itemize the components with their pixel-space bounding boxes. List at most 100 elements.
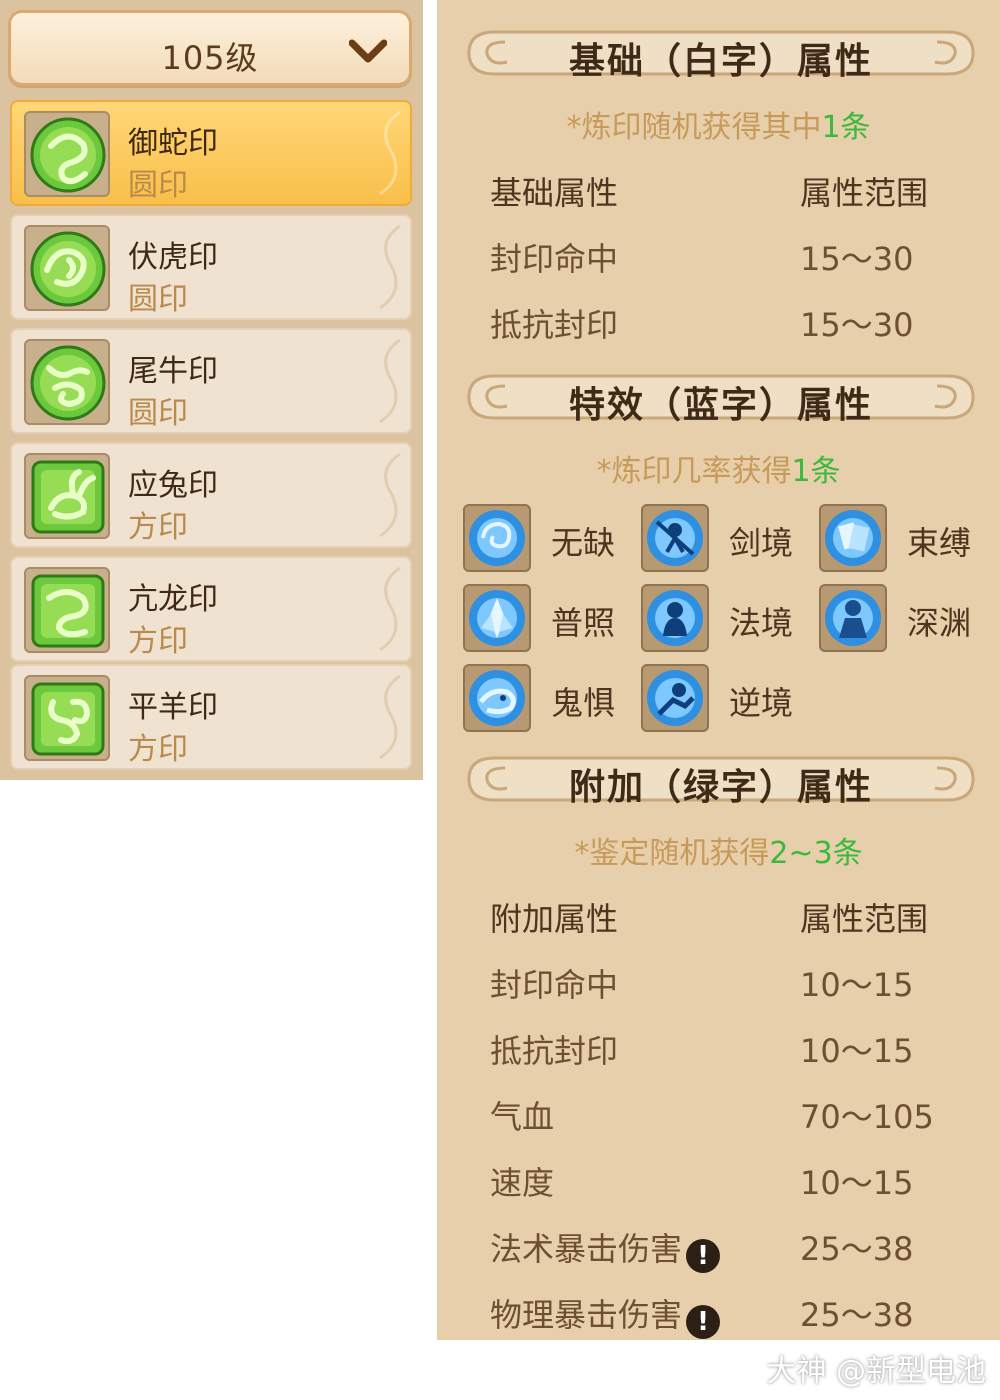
attr-value: 10～15	[800, 966, 914, 1004]
extra-note: *鉴定随机获得2~3条	[437, 828, 1000, 872]
seal-type: 圆印	[128, 168, 188, 203]
effect-label: 深渊	[907, 604, 972, 642]
base-note-text: *炼印随机获得其中	[566, 110, 822, 145]
effect-label: 无缺	[551, 524, 616, 562]
seal-item-pingyang[interactable]: 平羊印 方印	[10, 664, 412, 770]
attr-key: 封印命中	[490, 240, 619, 278]
attr-value: 25～38	[800, 1296, 914, 1334]
seal-item-yingtu[interactable]: 应兔印 方印	[10, 442, 412, 548]
extra-attr-row: 物理暴击伤害! 25～38	[490, 1290, 990, 1339]
base-section-banner: 基础（白字）属性	[465, 24, 977, 82]
attr-key: 抵抗封印	[490, 1032, 619, 1070]
attr-value: 10～15	[800, 1032, 914, 1070]
seal-attribute-panel: 基础（白字）属性 *炼印随机获得其中1条 基础属性 属性范围 封印命中 15～3…	[423, 0, 1000, 1340]
attr-value: 15～30	[800, 306, 914, 344]
crystal-icon	[463, 584, 531, 652]
attr-key: 封印命中	[490, 966, 619, 1004]
attr-value: 10～15	[800, 1164, 914, 1202]
seal-name: 御蛇印	[128, 126, 218, 161]
attr-value: 25～38	[800, 1230, 914, 1268]
effect-shufu[interactable]: 束缚	[819, 504, 989, 574]
base-header-row: 基础属性 属性范围	[490, 168, 990, 212]
effect-puzhao[interactable]: 普照	[463, 584, 633, 654]
attr-key: 法术暴击伤害	[490, 1230, 683, 1268]
abyss-figure-icon	[819, 584, 887, 652]
tiger-seal-icon	[24, 225, 110, 311]
snake-seal-icon	[24, 111, 110, 197]
corner-ornament	[379, 110, 401, 196]
seal-item-fuhu[interactable]: 伏虎印 圆印	[10, 214, 412, 320]
attr-key: 抵抗封印	[490, 306, 619, 344]
level-dropdown[interactable]: 105级	[8, 10, 412, 86]
effect-label: 束缚	[907, 524, 972, 562]
seal-name: 伏虎印	[128, 240, 218, 275]
dash-figure-icon	[641, 664, 709, 732]
base-header-value: 属性范围	[800, 174, 929, 212]
corner-ornament	[379, 674, 401, 760]
effect-label: 普照	[551, 604, 616, 642]
seal-item-yushe[interactable]: 御蛇印 圆印	[10, 100, 412, 206]
extra-attr-row: 封印命中 10～15	[490, 960, 990, 1004]
exclamation-icon[interactable]: !	[686, 1239, 721, 1273]
extra-attr-row: 气血 70～105	[490, 1092, 990, 1136]
sword-figure-icon	[641, 504, 709, 572]
effect-label: 逆境	[729, 684, 794, 722]
attr-key: 气血	[490, 1098, 555, 1136]
special-note-text: *炼印几率获得	[596, 454, 792, 489]
swirl-icon	[463, 504, 531, 572]
extra-attr-row: 法术暴击伤害! 25～38	[490, 1224, 990, 1273]
corner-ornament	[379, 224, 401, 310]
corner-ornament	[379, 566, 401, 652]
seal-item-kanglong[interactable]: 亢龙印 方印	[10, 556, 412, 662]
seal-name: 亢龙印	[128, 582, 218, 617]
base-header-key: 基础属性	[490, 174, 619, 212]
effect-nijing[interactable]: 逆境	[641, 664, 811, 734]
seal-name: 尾牛印	[128, 354, 218, 389]
attr-key: 速度	[490, 1164, 555, 1202]
seal-type: 方印	[128, 732, 188, 767]
base-note-count: 1条	[821, 110, 871, 145]
seal-type: 方印	[128, 624, 188, 659]
extra-attr-row: 抵抗封印 10～15	[490, 1026, 990, 1070]
attr-value: 15～30	[800, 240, 914, 278]
corner-ornament	[379, 452, 401, 538]
base-attr-row: 封印命中 15～30	[490, 234, 990, 278]
special-note: *炼印几率获得1条	[437, 446, 1000, 490]
extra-section-title: 附加（绿字）属性	[568, 767, 873, 808]
seal-name: 平羊印	[128, 690, 218, 725]
spirit-figure-icon	[641, 584, 709, 652]
watermark: 大神 @新型电池	[766, 1354, 986, 1389]
extra-note-count: 2~3条	[769, 836, 863, 871]
attr-key: 物理暴击伤害	[490, 1296, 683, 1334]
dragon-seal-icon	[24, 567, 110, 653]
special-section-banner: 特效（蓝字）属性	[465, 368, 977, 426]
extra-section-banner: 附加（绿字）属性	[465, 750, 977, 808]
base-note: *炼印随机获得其中1条	[437, 102, 1000, 146]
ghost-icon	[463, 664, 531, 732]
extra-header-key: 附加属性	[490, 900, 619, 938]
chevron-down-icon	[349, 39, 387, 63]
effect-label: 法境	[729, 604, 794, 642]
seal-name: 应兔印	[128, 468, 218, 503]
special-section-title: 特效（蓝字）属性	[568, 385, 873, 426]
goat-seal-icon	[24, 675, 110, 761]
effect-jianjing[interactable]: 剑境	[641, 504, 811, 574]
exclamation-icon[interactable]: !	[686, 1305, 721, 1339]
extra-attr-row: 速度 10～15	[490, 1158, 990, 1202]
effect-fajing[interactable]: 法境	[641, 584, 811, 654]
extra-note-text: *鉴定随机获得	[574, 836, 770, 871]
effect-guiju[interactable]: 鬼惧	[463, 664, 633, 734]
seal-item-weiniu[interactable]: 尾牛印 圆印	[10, 328, 412, 434]
base-section-title: 基础（白字）属性	[568, 41, 873, 82]
effect-shenyuan[interactable]: 深渊	[819, 584, 989, 654]
extra-header-row: 附加属性 属性范围	[490, 894, 990, 938]
ox-seal-icon	[24, 339, 110, 425]
rabbit-seal-icon	[24, 453, 110, 539]
extra-header-value: 属性范围	[800, 900, 929, 938]
special-note-count: 1条	[791, 454, 841, 489]
effect-wuque[interactable]: 无缺	[463, 504, 633, 574]
seal-type: 方印	[128, 510, 188, 545]
corner-ornament	[379, 338, 401, 424]
seal-type: 圆印	[128, 282, 188, 317]
seal-type: 圆印	[128, 396, 188, 431]
